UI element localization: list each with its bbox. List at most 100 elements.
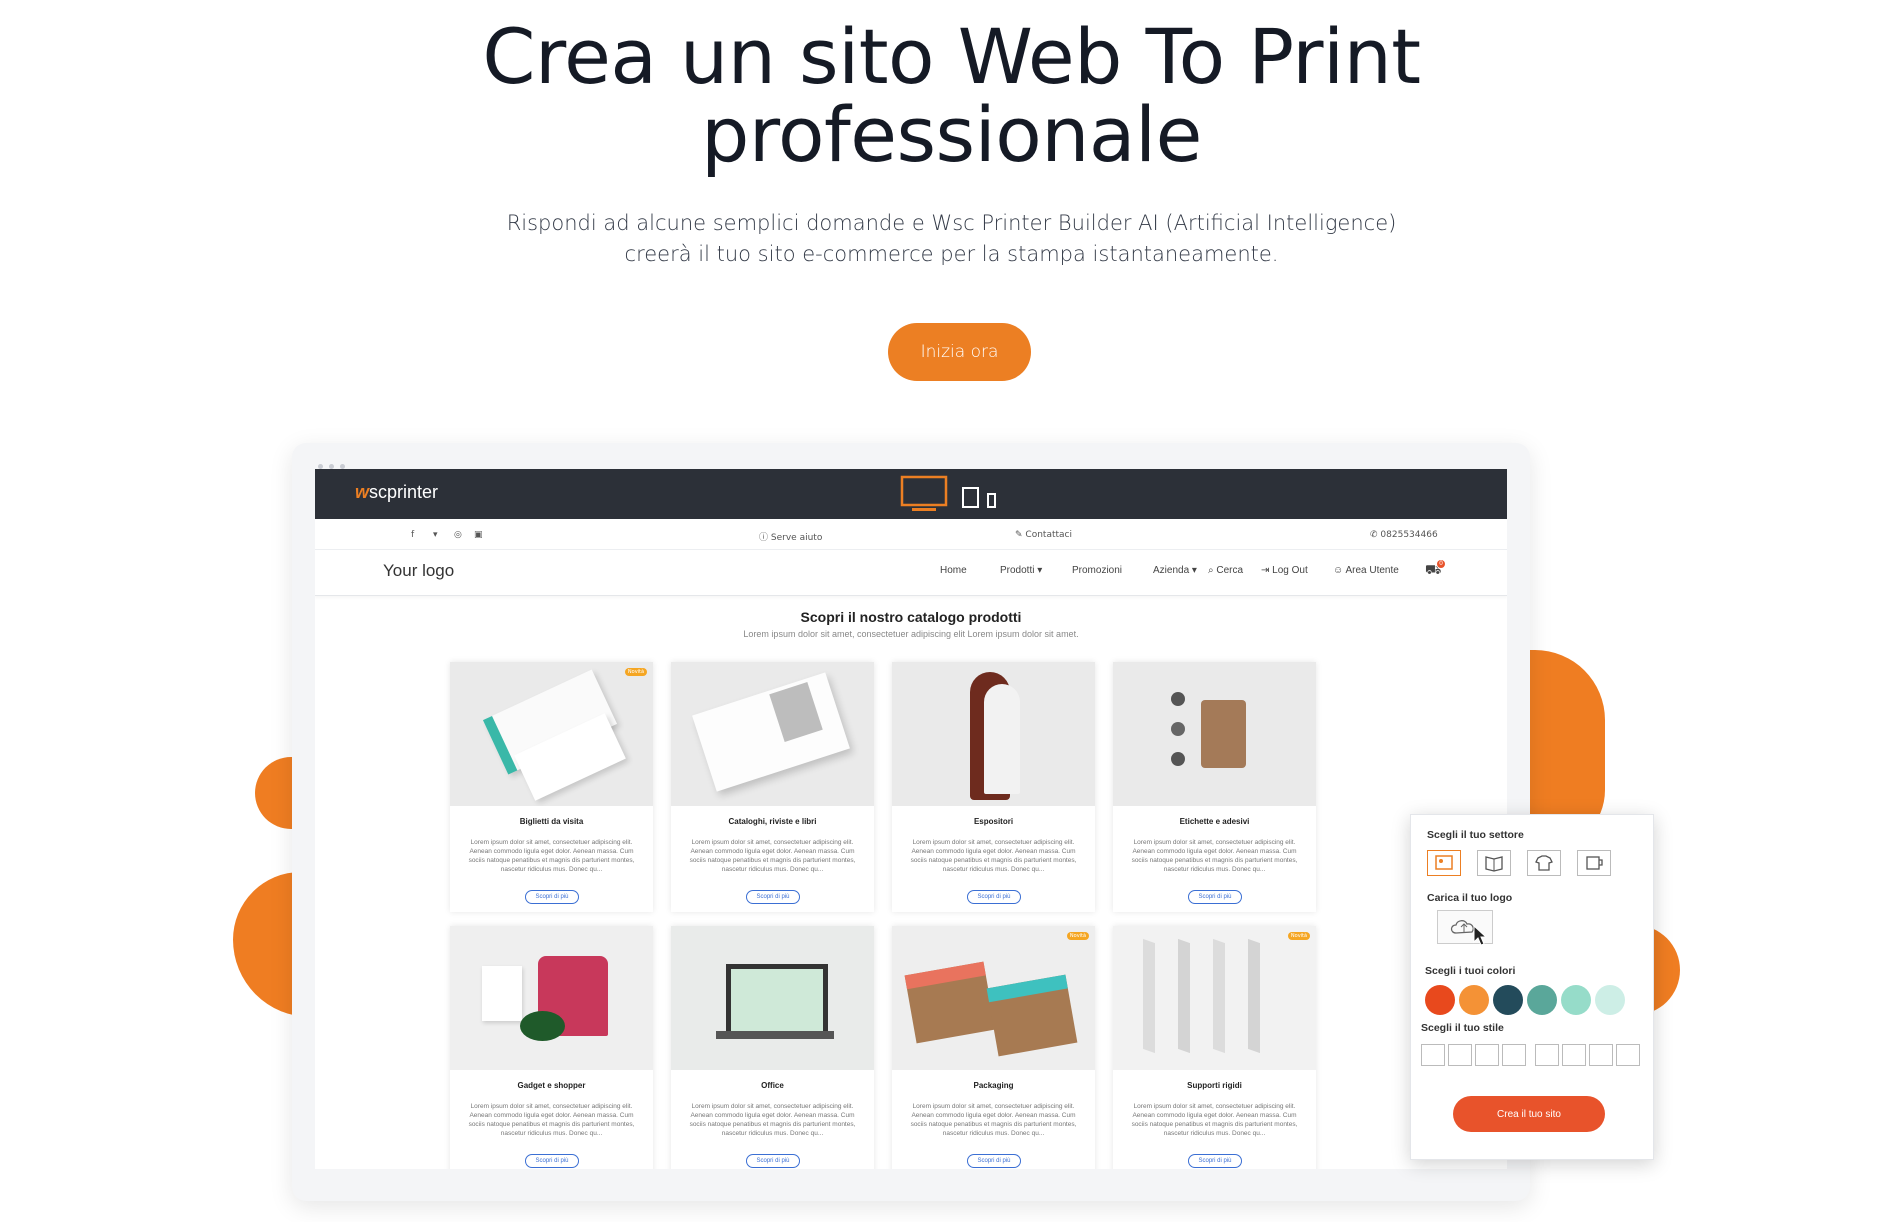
contact-link[interactable]: ✎ Contattaci bbox=[1015, 530, 1072, 540]
cart-count-badge: 0 bbox=[1437, 560, 1445, 568]
product-card[interactable]: Espositori Lorem ipsum dolor sit amet, c… bbox=[892, 662, 1095, 912]
nav-search-label: Cerca bbox=[1216, 565, 1244, 576]
hero-title-line2: professionale bbox=[701, 90, 1202, 179]
nav-products[interactable]: Prodotti ▾ bbox=[1000, 565, 1042, 576]
catalog-subtitle: Lorem ipsum dolor sit amet, consectetuer… bbox=[743, 629, 1079, 639]
desktop-icon[interactable] bbox=[900, 475, 950, 513]
new-badge: Novità bbox=[625, 668, 647, 676]
discover-more-button[interactable]: Scopri di più bbox=[967, 1154, 1021, 1168]
logout-icon: ⇥ bbox=[1261, 565, 1270, 576]
hero-title-line1: Crea un sito Web To Print bbox=[482, 12, 1421, 101]
layout-style-icon[interactable] bbox=[1448, 1044, 1472, 1066]
help-link[interactable]: ⓘ Serve aiuto bbox=[759, 530, 822, 543]
brand-mark: w bbox=[355, 482, 370, 502]
nav-search[interactable]: ⌕ Cerca bbox=[1208, 565, 1243, 576]
new-badge: Novità bbox=[1288, 932, 1310, 940]
layout-style-icon[interactable] bbox=[1589, 1044, 1613, 1066]
layout-style-icon[interactable] bbox=[1616, 1044, 1640, 1066]
layout-style-icon[interactable] bbox=[1421, 1044, 1445, 1066]
nav-logout[interactable]: ⇥ Log Out bbox=[1261, 565, 1308, 576]
product-image bbox=[450, 662, 653, 806]
your-logo: Your logo bbox=[383, 561, 455, 580]
layout-style-icon[interactable] bbox=[1535, 1044, 1559, 1066]
builder-topbar: wscprinter bbox=[315, 469, 1507, 519]
mouse-cursor-icon bbox=[1473, 925, 1488, 946]
brand-text: scprinter bbox=[369, 482, 439, 502]
layout-style-icon[interactable] bbox=[1502, 1044, 1526, 1066]
profile-card-icon[interactable] bbox=[1427, 850, 1461, 876]
product-image bbox=[671, 926, 874, 1070]
search-icon: ⌕ bbox=[1208, 565, 1214, 576]
mobile-icon[interactable] bbox=[987, 493, 997, 509]
hero-title: Crea un sito Web To Print professionale bbox=[0, 18, 1903, 174]
tshirt-icon[interactable] bbox=[1527, 850, 1561, 876]
nav-company-label: Azienda bbox=[1153, 565, 1190, 576]
product-card[interactable]: Novità Packaging Lorem ipsum dolor sit a… bbox=[892, 926, 1095, 1169]
discover-more-button[interactable]: Scopri di più bbox=[1188, 1154, 1242, 1168]
discover-more-button[interactable]: Scopri di più bbox=[525, 890, 579, 904]
color-swatch[interactable] bbox=[1527, 985, 1557, 1015]
help-text: Serve aiuto bbox=[770, 533, 823, 543]
info-bar: f ▾ ◎ ▣ ⓘ Serve aiuto ✎ Contattaci ✆ 082… bbox=[315, 523, 1507, 550]
nav-user-area-label: Area Utente bbox=[1345, 565, 1399, 576]
nav-company[interactable]: Azienda ▾ bbox=[1153, 565, 1197, 576]
catalog-title: Scopri il nostro catalogo prodotti bbox=[800, 609, 1022, 625]
color-swatch[interactable] bbox=[1425, 985, 1455, 1015]
product-card[interactable]: Novità Supporti rigidi Lorem ipsum dolor… bbox=[1113, 926, 1316, 1169]
instagram-icon[interactable]: ◎ bbox=[454, 530, 462, 540]
product-name: Etichette e adesivi bbox=[1179, 817, 1250, 826]
hero-subtitle: Rispondi ad alcune semplici domande e Ws… bbox=[0, 208, 1903, 270]
product-name: Espositori bbox=[973, 817, 1014, 826]
discover-more-button[interactable]: Scopri di più bbox=[746, 890, 800, 904]
product-card[interactable]: Etichette e adesivi Lorem ipsum dolor si… bbox=[1113, 662, 1316, 912]
product-card[interactable]: Cataloghi, riviste e libri Lorem ipsum d… bbox=[671, 662, 874, 912]
product-description: Lorem ipsum dolor sit amet, consectetuer… bbox=[689, 1103, 856, 1137]
hero-subtitle-line2: creerà il tuo sito e-commerce per la sta… bbox=[624, 242, 1279, 266]
product-image bbox=[1113, 662, 1316, 806]
discover-more-button[interactable]: Scopri di più bbox=[525, 1154, 579, 1168]
color-swatch[interactable] bbox=[1493, 985, 1523, 1015]
color-swatch[interactable] bbox=[1561, 985, 1591, 1015]
product-description: Lorem ipsum dolor sit amet, consectetuer… bbox=[910, 839, 1077, 873]
site-preview: wscprinter f ▾ ◎ ▣ ⓘ Serve aiuto ✎ Conta… bbox=[315, 469, 1507, 1169]
chevron-down-icon: ▾ bbox=[1037, 565, 1043, 576]
product-description: Lorem ipsum dolor sit amet, consectetuer… bbox=[689, 839, 856, 873]
discover-more-button[interactable]: Scopri di più bbox=[967, 890, 1021, 904]
nav-user-area[interactable]: ☺ Area Utente bbox=[1333, 565, 1399, 576]
create-site-button[interactable]: Crea il tuo sito bbox=[1453, 1096, 1605, 1132]
nav-logout-label: Log Out bbox=[1272, 565, 1308, 576]
nav-promotions[interactable]: Promozioni bbox=[1072, 565, 1122, 576]
product-card[interactable]: Gadget e shopper Lorem ipsum dolor sit a… bbox=[450, 926, 653, 1169]
product-image bbox=[892, 662, 1095, 806]
nav-home[interactable]: Home bbox=[940, 565, 967, 576]
book-icon[interactable] bbox=[1477, 850, 1511, 876]
product-image bbox=[450, 926, 653, 1070]
product-card[interactable]: Novità Biglietti da visita Lorem ipsum d… bbox=[450, 662, 653, 912]
product-name: Biglietti da visita bbox=[519, 817, 584, 826]
product-name: Gadget e shopper bbox=[517, 1081, 586, 1090]
color-swatch[interactable] bbox=[1595, 985, 1625, 1015]
product-card[interactable]: Office Lorem ipsum dolor sit amet, conse… bbox=[671, 926, 874, 1169]
phone-number: 0825534466 bbox=[1380, 530, 1438, 540]
start-now-button[interactable]: Inizia ora bbox=[888, 323, 1031, 381]
help-icon: ⓘ bbox=[759, 533, 769, 543]
discover-more-button[interactable]: Scopri di più bbox=[1188, 890, 1242, 904]
layout-style-icon[interactable] bbox=[1562, 1044, 1586, 1066]
layout-style-icon[interactable] bbox=[1475, 1044, 1499, 1066]
product-name: Packaging bbox=[973, 1081, 1014, 1090]
phone-link[interactable]: ✆ 0825534466 bbox=[1370, 530, 1438, 540]
product-description: Lorem ipsum dolor sit amet, consectetuer… bbox=[910, 1103, 1077, 1137]
new-badge: Novità bbox=[1067, 932, 1089, 940]
tablet-icon[interactable] bbox=[962, 487, 980, 509]
product-image bbox=[1113, 926, 1316, 1070]
facebook-icon[interactable]: f bbox=[411, 530, 414, 540]
color-swatch[interactable] bbox=[1459, 985, 1489, 1015]
logo-upload-label: Carica il tuo logo bbox=[1427, 892, 1513, 904]
contact-text: Contattaci bbox=[1025, 530, 1072, 540]
phone-icon: ✆ bbox=[1370, 530, 1378, 540]
product-name: Cataloghi, riviste e libri bbox=[728, 817, 817, 826]
youtube-icon[interactable]: ▣ bbox=[474, 530, 483, 540]
twitter-icon[interactable]: ▾ bbox=[433, 530, 438, 540]
mug-icon[interactable] bbox=[1577, 850, 1611, 876]
discover-more-button[interactable]: Scopri di più bbox=[746, 1154, 800, 1168]
